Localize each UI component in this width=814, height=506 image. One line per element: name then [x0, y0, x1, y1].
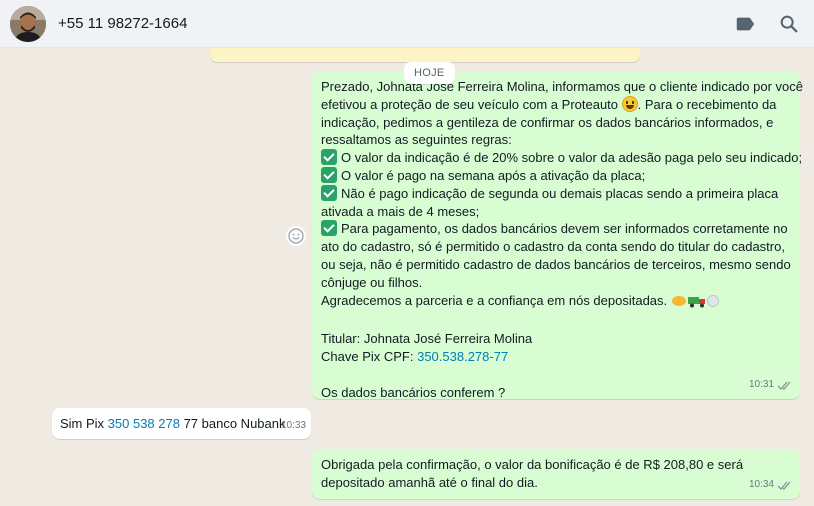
rule-item: Não é pago indicação de segunda ou demai… [321, 184, 791, 203]
chat-header: +55 11 98272-1664 [0, 0, 814, 48]
message-line: Titular: Johnata José Ferreira Molina [321, 331, 533, 347]
contact-phone[interactable]: +55 11 98272-1664 [58, 15, 187, 32]
check-mark-icon [321, 220, 337, 237]
double-check-icon [777, 381, 791, 390]
check-mark-icon [321, 184, 337, 201]
avatar[interactable] [10, 6, 46, 42]
grinning-emoji-icon [621, 95, 638, 112]
message-line: indicação, pedimos a gentileza de confir… [321, 114, 774, 130]
cpf-link[interactable]: 350.538.278-77 [417, 349, 508, 364]
message-time: 10:34 [749, 476, 793, 494]
message-line: Os dados bancários conferem ? [321, 384, 506, 400]
message-line: cônjuge ou filhos. [321, 274, 423, 290]
pix-number-link[interactable]: 350 538 278 [108, 416, 180, 431]
rule-item: Para pagamento, os dados bancários devem… [321, 220, 791, 238]
label-icon[interactable] [734, 13, 756, 35]
message-text-suffix: 77 banco Nubank [179, 416, 286, 431]
message-time: 10:33 [280, 420, 306, 432]
search-icon[interactable] [778, 13, 800, 35]
message-line: efetivou a proteção de seu veículo com a… [321, 95, 777, 112]
outgoing-message[interactable]: Obrigada pela confirmação, o valor da bo… [312, 450, 800, 499]
avatar-image [10, 6, 46, 42]
message-line: ressaltamos as seguintes regras: [321, 132, 512, 148]
message-text-prefix: Sim Pix [60, 416, 108, 431]
outgoing-message[interactable]: Prezado, Johnata José Ferreira Molina, i… [312, 72, 803, 400]
check-mark-icon [321, 149, 337, 166]
message-line: Chave Pix CPF: 350.538.278-77 [321, 348, 509, 364]
emoji-reaction-button[interactable] [286, 226, 306, 246]
rule-item: O valor da indicação é de 20% sobre o va… [321, 149, 802, 167]
message-line: ativada a mais de 4 meses; [321, 203, 480, 219]
date-divider: HOJE [404, 62, 455, 84]
previous-message-bubble [210, 48, 640, 62]
message-line: Agradecemos a parceria e a confiança em … [321, 292, 791, 313]
message-time: 10:31 [749, 376, 793, 394]
handshake-truck-emoji-icon [671, 294, 721, 313]
smiley-icon [288, 228, 304, 244]
message-line: depositado amanhã até o final do dia. [321, 474, 538, 490]
message-line: ou seja, não é permitido cadastro de dad… [321, 256, 791, 272]
message-line: ato do cadastro, só é permitido o cadast… [321, 239, 785, 255]
message-line: Obrigada pela confirmação, o valor da bo… [321, 457, 744, 472]
double-check-icon [777, 481, 791, 490]
check-mark-icon [321, 166, 337, 183]
chat-area[interactable]: HOJE Prezado, Johnata José Ferreira Moli… [0, 48, 814, 506]
rule-item: O valor é pago na semana após a ativação… [321, 166, 791, 185]
incoming-message[interactable]: Sim Pix 350 538 278 77 banco Nubank 10:3… [52, 408, 311, 439]
message-line: Prezado, Johnata José Ferreira Molina, i… [321, 79, 803, 94]
